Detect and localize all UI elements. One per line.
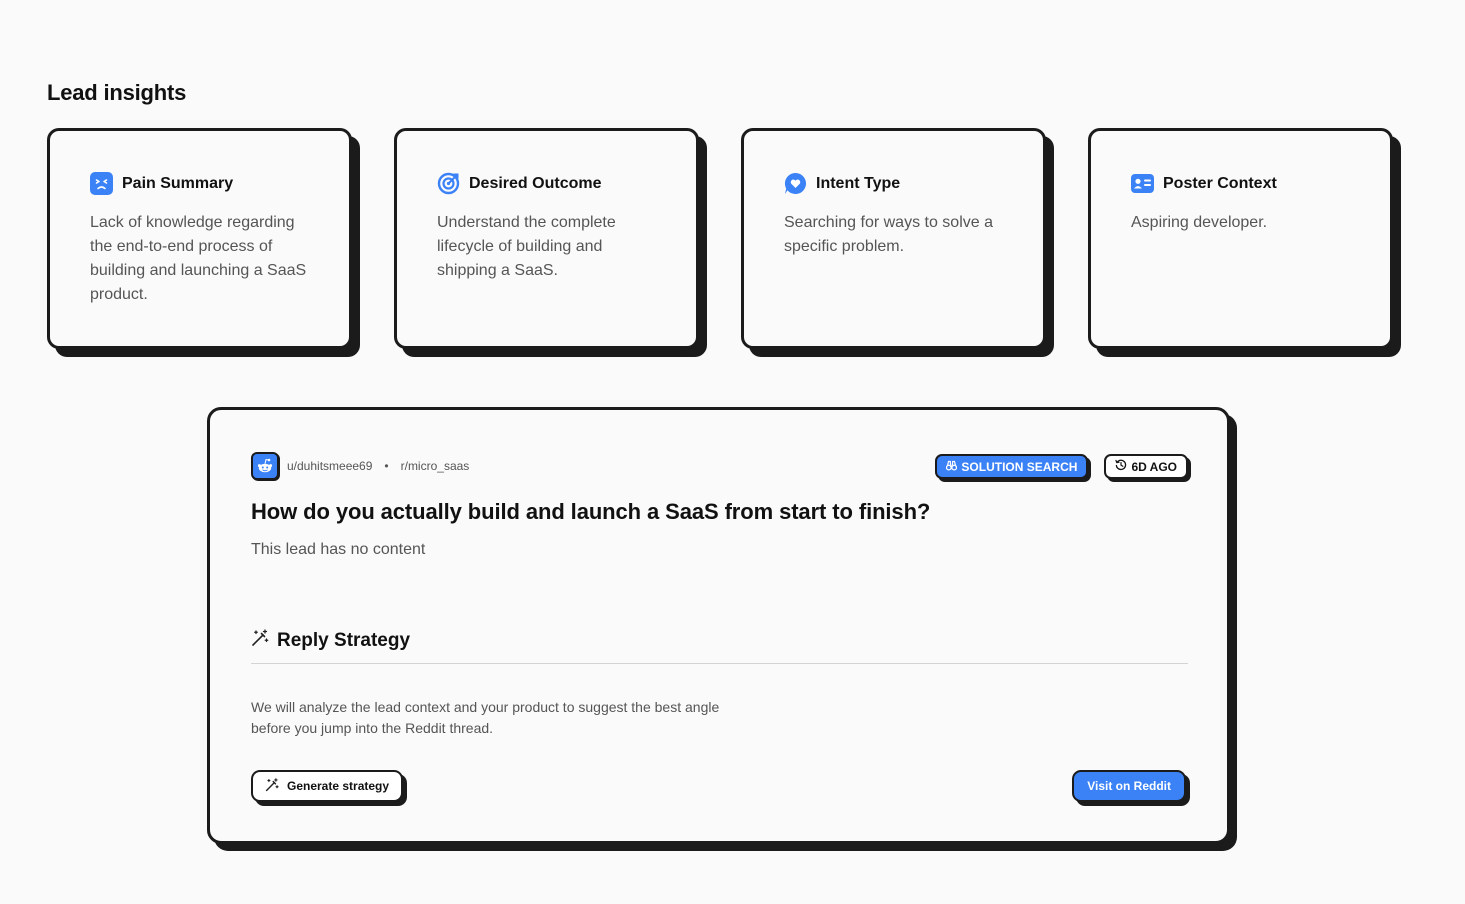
lead-author[interactable]: u/duhitsmeee69 <box>287 459 372 473</box>
heart-chat-icon <box>784 172 807 195</box>
binoculars-icon <box>946 460 958 474</box>
generate-strategy-label: Generate strategy <box>287 779 390 793</box>
insight-body: Lack of knowledge regarding the end-to-e… <box>90 214 307 303</box>
insight-body: Understand the complete lifecycle of bui… <box>437 214 616 279</box>
generate-strategy-button[interactable]: Generate strategy <box>251 770 404 802</box>
insight-title: Pain Summary <box>122 174 234 192</box>
reply-strategy-text: We will analyze the lead context and you… <box>251 699 720 736</box>
lead-content: This lead has no content <box>251 541 426 558</box>
visit-on-reddit-button[interactable]: Visit on Reddit <box>1072 770 1186 802</box>
insight-card-pain-summary: Pain Summary Lack of knowledge regarding… <box>47 128 352 349</box>
lead-tags: SOLUTION SEARCH 6D AGO <box>935 454 1188 479</box>
lead-subreddit[interactable]: r/micro_saas <box>401 459 470 473</box>
intent-tag: SOLUTION SEARCH <box>935 454 1089 479</box>
lead-title: How do you actually build and launch a S… <box>251 499 931 524</box>
reply-strategy-title: Reply Strategy <box>277 629 411 651</box>
lead-meta: u/duhitsmeee69 • r/micro_saas <box>251 452 469 480</box>
strategy-divider <box>251 663 1188 664</box>
insights-row: Pain Summary Lack of knowledge regarding… <box>47 128 1393 349</box>
age-tag-label: 6D AGO <box>1131 459 1177 474</box>
insight-card-poster-context: Poster Context Aspiring developer. <box>1088 128 1393 349</box>
lead-detail-page: Lead insights Pain Summary Lack of knowl… <box>0 0 1465 904</box>
magic-wand-icon <box>251 629 269 652</box>
insight-title: Desired Outcome <box>469 174 602 192</box>
id-card-icon <box>1131 172 1154 195</box>
target-icon <box>437 172 460 195</box>
lead-card: u/duhitsmeee69 • r/micro_saas SOLUTION S… <box>207 407 1230 844</box>
insight-card-desired-outcome: Desired Outcome Understand the complete … <box>394 128 699 349</box>
reddit-icon <box>251 452 279 480</box>
insight-title: Intent Type <box>816 174 901 192</box>
insight-body: Aspiring developer. <box>1131 214 1268 231</box>
age-tag: 6D AGO <box>1104 454 1188 479</box>
intent-tag-label: SOLUTION SEARCH <box>961 459 1078 474</box>
reply-strategy-header: Reply Strategy <box>251 629 410 652</box>
meta-separator: • <box>384 459 389 473</box>
insight-card-intent-type: Intent Type Searching for ways to solve … <box>741 128 1046 349</box>
magic-wand-icon <box>265 777 279 795</box>
history-icon <box>1115 459 1127 474</box>
insight-title: Poster Context <box>1163 174 1277 192</box>
section-title: Lead insights <box>47 80 187 105</box>
insight-body: Searching for ways to solve a specific p… <box>784 214 993 255</box>
frustrated-face-icon <box>90 172 113 195</box>
